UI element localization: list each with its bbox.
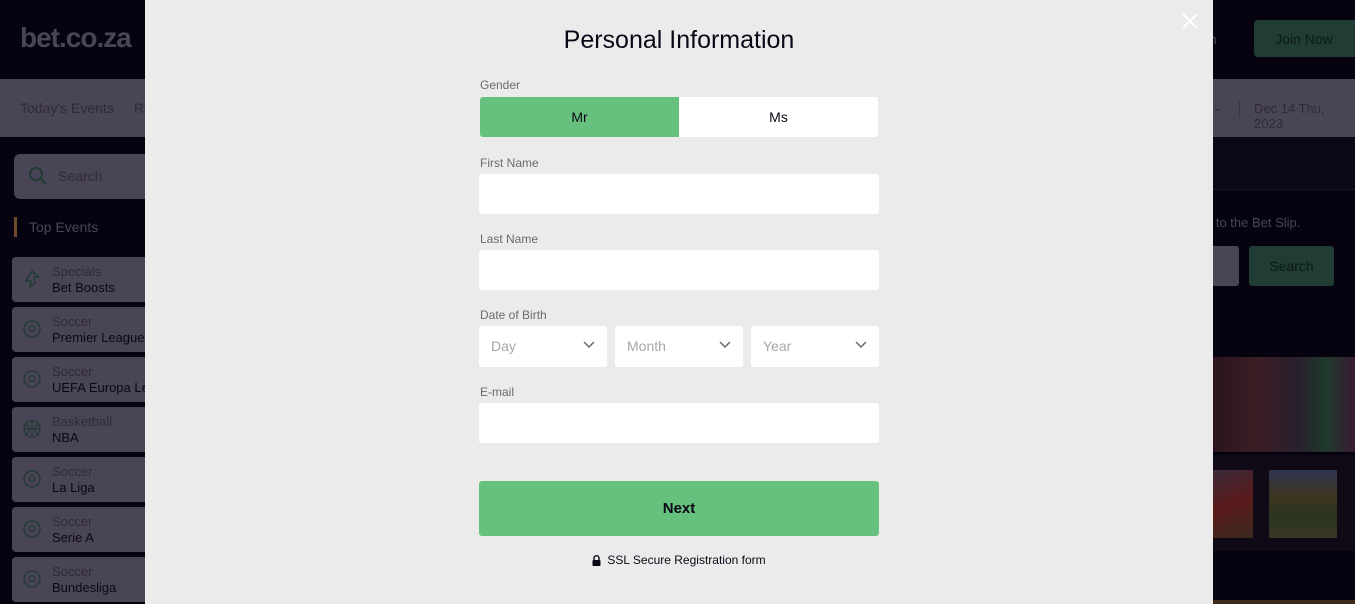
- chevron-down-icon: [855, 341, 867, 349]
- nav-date: Dec 14 Thu, 2023: [1254, 101, 1325, 131]
- gender-label: Gender: [480, 78, 521, 92]
- gender-option-mr[interactable]: Mr: [480, 97, 679, 137]
- betslip-hint: n to the Bet Slip.: [1205, 215, 1301, 230]
- casino-banner[interactable]: [1213, 357, 1355, 452]
- event-item-la-liga[interactable]: Soccer La Liga: [12, 457, 162, 502]
- ssl-notice: SSL Secure Registration form: [145, 553, 1213, 567]
- event-item-bet-boosts[interactable]: Specials Bet Boosts: [12, 257, 162, 302]
- month-placeholder: Month: [627, 338, 666, 354]
- modal-title: Personal Information: [563, 26, 795, 54]
- betslip-search-button[interactable]: Search: [1249, 246, 1334, 286]
- betslip-code-input[interactable]: [1213, 246, 1239, 286]
- next-button[interactable]: Next: [479, 481, 879, 536]
- event-league: La Liga: [52, 480, 95, 495]
- boost-icon: [24, 269, 42, 289]
- day-placeholder: Day: [491, 338, 516, 354]
- chevron-down-icon: [719, 341, 731, 349]
- event-sport: Soccer: [52, 564, 93, 579]
- event-sport: Specials: [52, 264, 102, 279]
- event-sport: Soccer: [52, 314, 93, 329]
- chevron-down-icon[interactable]: ⌄: [1213, 101, 1222, 114]
- event-sport: Basketball: [52, 414, 112, 429]
- event-sport: Soccer: [52, 464, 93, 479]
- join-now-button[interactable]: Join Now: [1254, 20, 1355, 57]
- dob-month-select[interactable]: Month: [615, 326, 743, 367]
- first-name-input[interactable]: [479, 174, 879, 214]
- soccer-ball-icon: [23, 570, 41, 588]
- betslip-header: [1213, 137, 1355, 190]
- event-league: Premier League: [52, 330, 145, 345]
- event-item-serie-a[interactable]: Soccer Serie A: [12, 507, 162, 552]
- game-thumbnail[interactable]: [1269, 470, 1337, 538]
- footer-strip: [1213, 600, 1355, 604]
- basketball-icon: [23, 420, 41, 438]
- event-league: NBA: [52, 430, 79, 445]
- site-logo[interactable]: bet.co.za: [20, 22, 132, 54]
- soccer-ball-icon: [23, 470, 41, 488]
- event-item-bundesliga[interactable]: Soccer Bundesliga: [12, 557, 162, 602]
- soccer-ball-icon: [23, 520, 41, 538]
- event-item-premier-league[interactable]: Soccer Premier League: [12, 307, 162, 352]
- email-label: E-mail: [480, 385, 515, 399]
- last-name-input[interactable]: [479, 250, 879, 290]
- event-league: Bet Boosts: [52, 280, 115, 295]
- dob-day-select[interactable]: Day: [479, 326, 607, 367]
- email-input[interactable]: [479, 403, 879, 443]
- top-events-heading: Top Events: [14, 217, 98, 237]
- search-icon: [29, 167, 47, 185]
- top-events-list: Specials Bet Boosts Soccer Premier Leagu…: [12, 257, 162, 604]
- last-name-label: Last Name: [480, 232, 539, 246]
- event-league: Serie A: [52, 530, 94, 545]
- gender-option-ms[interactable]: Ms: [679, 97, 878, 137]
- game-thumbnail[interactable]: [1213, 470, 1253, 538]
- gender-toggle: Mr Ms: [480, 97, 878, 137]
- event-item-europa-league[interactable]: Soccer UEFA Europa League: [12, 357, 162, 402]
- soccer-ball-icon: [23, 320, 41, 338]
- nav-divider: [1239, 100, 1240, 118]
- nav-todays-events[interactable]: Today's Events: [20, 100, 114, 116]
- year-placeholder: Year: [763, 338, 792, 354]
- event-item-nba[interactable]: Basketball NBA: [12, 407, 162, 452]
- event-league: Bundesliga: [52, 580, 117, 595]
- event-sport: Soccer: [52, 514, 93, 529]
- dob-year-select[interactable]: Year: [751, 326, 879, 367]
- chevron-down-icon: [583, 341, 595, 349]
- search-placeholder: Search: [58, 168, 103, 184]
- dob-label: Date of Birth: [480, 308, 547, 322]
- lock-icon: [592, 554, 601, 566]
- soccer-ball-icon: [23, 370, 41, 388]
- ssl-text: SSL Secure Registration form: [607, 553, 766, 567]
- event-sport: Soccer: [52, 364, 93, 379]
- first-name-label: First Name: [480, 156, 539, 170]
